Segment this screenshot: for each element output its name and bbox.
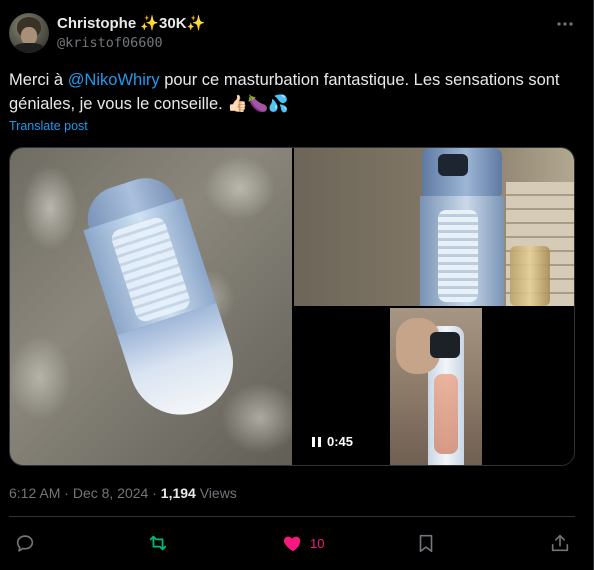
more-icon[interactable]	[553, 14, 577, 34]
share-button[interactable]	[549, 532, 571, 554]
reply-icon	[14, 532, 36, 554]
like-icon	[282, 532, 304, 554]
tweet-text-before: Merci à	[9, 71, 68, 89]
author-handle[interactable]: @kristof06600	[57, 35, 163, 51]
share-icon	[549, 532, 571, 554]
photo-1[interactable]	[10, 148, 292, 465]
mention-link[interactable]: @NikoWhiry	[68, 71, 160, 89]
video-controls[interactable]: 0:45	[312, 434, 353, 449]
views-count: 1,194	[160, 485, 196, 501]
photo-2[interactable]	[294, 148, 574, 306]
post-date[interactable]: Dec 8, 2024	[73, 485, 149, 501]
video-player[interactable]: 0:45	[294, 308, 574, 465]
pause-icon[interactable]	[312, 436, 321, 447]
author-name[interactable]: Christophe ✨30K✨	[57, 14, 205, 32]
views-label: Views	[195, 485, 237, 501]
likes-count: 10	[310, 535, 325, 551]
video-time: 0:45	[327, 434, 354, 449]
divider	[9, 516, 575, 517]
bookmark-icon	[415, 532, 437, 554]
like-button[interactable]: 10	[282, 532, 324, 554]
bookmark-button[interactable]	[415, 532, 437, 554]
media-grid: 0:45	[9, 147, 575, 466]
tweet-text: Merci à @NikoWhiry pour ce masturbation …	[9, 68, 584, 116]
repost-icon	[147, 532, 169, 554]
reply-button[interactable]	[14, 532, 36, 554]
tweet-container: Christophe ✨30K✨ @kristof06600 Merci à @…	[0, 0, 594, 570]
tweet-meta: 6:12 AM · Dec 8, 2024 · 1,194 Views	[9, 485, 237, 501]
translate-link[interactable]: Translate post	[9, 119, 88, 133]
avatar[interactable]	[9, 13, 49, 53]
post-time[interactable]: 6:12 AM	[9, 485, 60, 501]
repost-button[interactable]	[147, 532, 169, 554]
